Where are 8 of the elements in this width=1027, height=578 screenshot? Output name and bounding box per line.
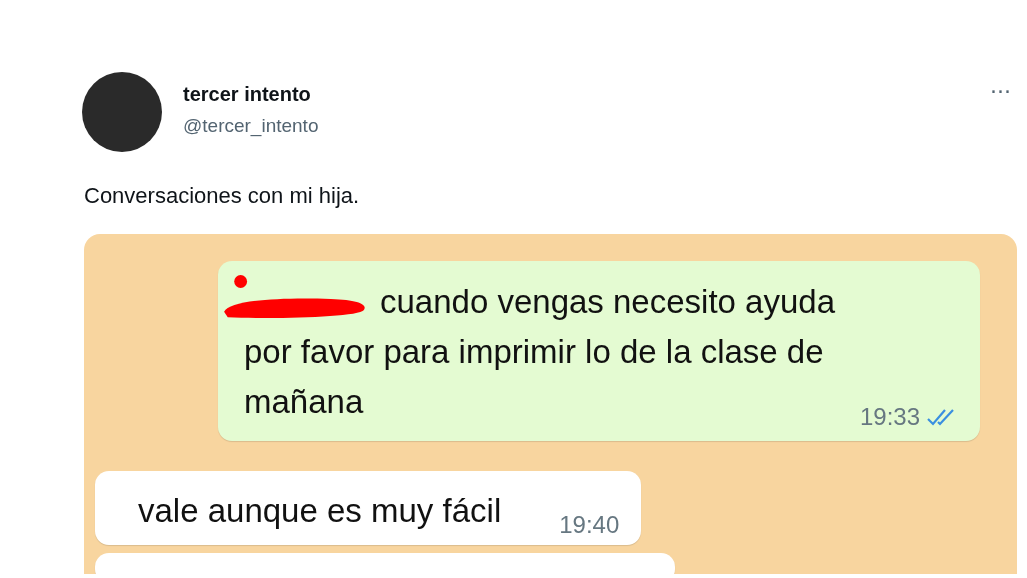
author-handle[interactable]: @tercer_intento xyxy=(183,114,319,138)
message-text: cuando vengas necesito ayuda por favor para imprimir lo de la clase de mañana xyxy=(244,283,835,420)
tweet-text: Conversaciones con mi hija. xyxy=(84,182,361,210)
message-time: 19:40 xyxy=(559,511,620,539)
author-name[interactable]: tercer intento xyxy=(183,82,319,106)
more-options-button[interactable]: ··· xyxy=(984,82,1017,102)
message-text: vale aunque es muy fácil xyxy=(138,492,502,529)
message-time: 19:33 xyxy=(859,403,920,431)
